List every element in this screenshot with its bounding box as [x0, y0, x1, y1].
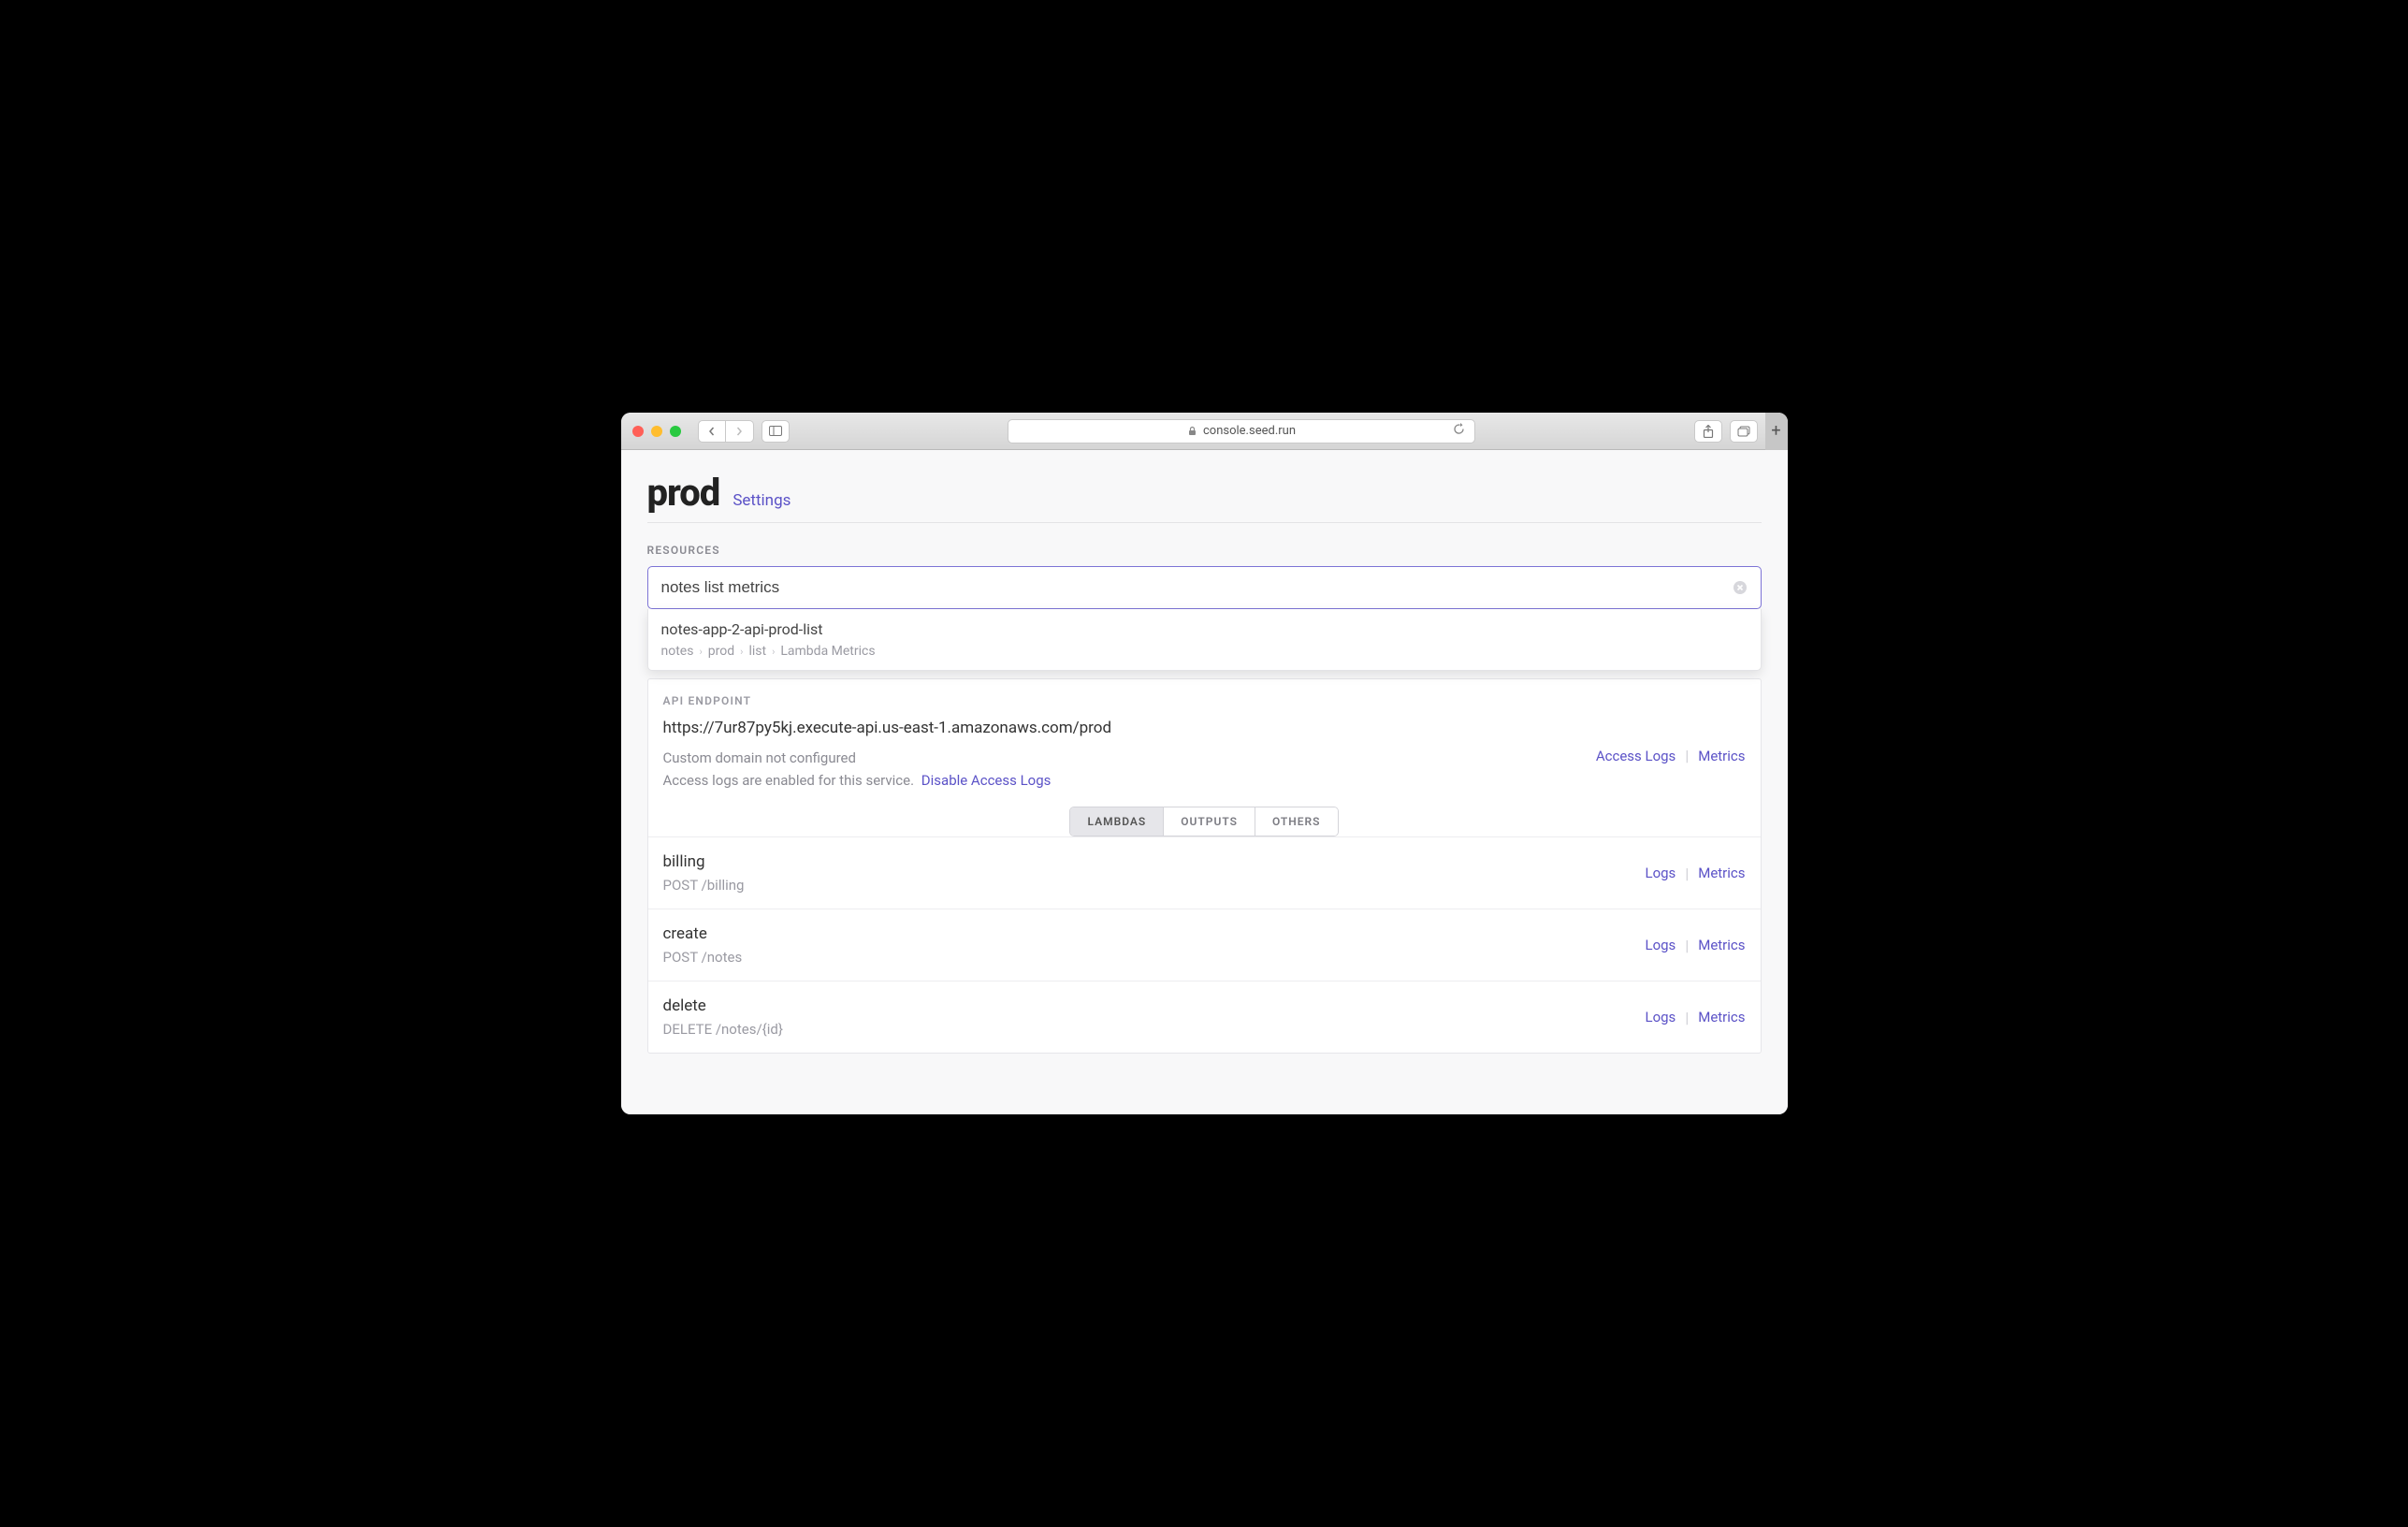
- share-button[interactable]: [1694, 420, 1722, 443]
- tabs-button[interactable]: [1730, 420, 1758, 443]
- logs-link[interactable]: Logs: [1646, 937, 1676, 953]
- toolbar-right: +: [1694, 413, 1777, 450]
- forward-button[interactable]: [726, 420, 754, 443]
- lambda-name: create: [663, 924, 743, 943]
- page-content: prod Settings RESOURCES notes-app-2-api-…: [621, 450, 1788, 1114]
- crumb: notes: [661, 644, 694, 659]
- chevron-right-icon: ›: [740, 646, 743, 658]
- crumb: Lambda Metrics: [780, 644, 875, 659]
- lambda-name: delete: [663, 996, 783, 1015]
- lock-icon: [1187, 426, 1197, 436]
- new-tab-button[interactable]: +: [1765, 413, 1788, 450]
- search-container: notes-app-2-api-prod-list notes › prod ›…: [647, 566, 1762, 609]
- access-logs-msg: Access logs are enabled for this service…: [663, 772, 915, 789]
- address-bar[interactable]: console.seed.run: [1008, 419, 1475, 444]
- access-logs-link[interactable]: Access Logs: [1596, 748, 1675, 764]
- sidebar-toggle-button[interactable]: [762, 420, 790, 443]
- lambda-row-delete: delete DELETE /notes/{id} Logs | Metrics: [648, 981, 1761, 1053]
- metrics-link[interactable]: Metrics: [1698, 748, 1745, 764]
- endpoint-url: https://7ur87py5kj.execute-api.us-east-1…: [663, 719, 1746, 737]
- minimize-window-icon[interactable]: [651, 426, 662, 437]
- page-title: prod: [647, 471, 720, 515]
- lambda-route: DELETE /notes/{id}: [663, 1021, 783, 1038]
- reload-icon: [1453, 423, 1465, 435]
- divider: |: [1685, 865, 1689, 882]
- resources-label: RESOURCES: [647, 544, 1762, 557]
- plus-icon: +: [1771, 421, 1780, 441]
- metrics-link[interactable]: Metrics: [1698, 937, 1745, 953]
- crumb: prod: [708, 644, 734, 659]
- custom-domain-msg: Custom domain not configured: [663, 747, 1052, 769]
- url-text: console.seed.run: [1203, 424, 1296, 438]
- browser-window: console.seed.run + prod Settings RESOURC…: [621, 413, 1788, 1114]
- search-dropdown[interactable]: notes-app-2-api-prod-list notes › prod ›…: [647, 609, 1762, 671]
- chevron-right-icon: ›: [772, 646, 775, 658]
- lambda-name: billing: [663, 852, 745, 871]
- lambda-row-billing: billing POST /billing Logs | Metrics: [648, 836, 1761, 909]
- page-header: prod Settings: [647, 450, 1762, 523]
- resource-tabs: LAMBDAS OUTPUTS OTHERS: [648, 807, 1761, 836]
- browser-toolbar: console.seed.run +: [621, 413, 1788, 450]
- api-endpoint-label: API ENDPOINT: [648, 679, 1761, 707]
- metrics-link[interactable]: Metrics: [1698, 1009, 1745, 1025]
- share-icon: [1703, 425, 1714, 438]
- search-input[interactable]: [647, 566, 1762, 609]
- traffic-lights: [632, 426, 681, 437]
- back-button[interactable]: [698, 420, 726, 443]
- endpoint-section: https://7ur87py5kj.execute-api.us-east-1…: [648, 707, 1761, 807]
- reload-button[interactable]: [1453, 423, 1465, 439]
- clear-search-button[interactable]: [1732, 579, 1748, 596]
- divider: |: [1685, 1009, 1689, 1026]
- disable-access-logs-link[interactable]: Disable Access Logs: [921, 772, 1052, 789]
- lambda-route: POST /notes: [663, 949, 743, 966]
- close-window-icon[interactable]: [632, 426, 644, 437]
- dropdown-breadcrumb: notes › prod › list › Lambda Metrics: [661, 644, 1748, 659]
- chevron-right-icon: ›: [699, 646, 702, 658]
- logs-link[interactable]: Logs: [1646, 1009, 1676, 1025]
- settings-link[interactable]: Settings: [733, 491, 791, 510]
- tabs-icon: [1737, 426, 1750, 437]
- lambda-links: Logs | Metrics: [1646, 1009, 1746, 1026]
- tab-others[interactable]: OTHERS: [1255, 807, 1338, 836]
- lambda-links: Logs | Metrics: [1646, 937, 1746, 954]
- logs-link[interactable]: Logs: [1646, 865, 1676, 881]
- crumb: list: [748, 644, 766, 659]
- divider: |: [1685, 747, 1689, 764]
- endpoint-sub: Custom domain not configured Access logs…: [663, 747, 1052, 792]
- tab-lambdas[interactable]: LAMBDAS: [1070, 807, 1163, 836]
- dropdown-result-title: notes-app-2-api-prod-list: [661, 620, 1748, 638]
- maximize-window-icon[interactable]: [670, 426, 681, 437]
- clear-icon: [1733, 580, 1748, 595]
- lambda-route: POST /billing: [663, 877, 745, 894]
- resource-card: API ENDPOINT https://7ur87py5kj.execute-…: [647, 678, 1762, 1054]
- metrics-link[interactable]: Metrics: [1698, 865, 1745, 881]
- lambda-links: Logs | Metrics: [1646, 865, 1746, 882]
- divider: |: [1685, 937, 1689, 954]
- lambda-row-create: create POST /notes Logs | Metrics: [648, 909, 1761, 981]
- tab-outputs[interactable]: OUTPUTS: [1163, 807, 1255, 836]
- chevron-right-icon: [734, 427, 744, 436]
- sidebar-icon: [769, 426, 782, 436]
- nav-buttons: [698, 420, 754, 443]
- chevron-left-icon: [707, 427, 717, 436]
- endpoint-links: Access Logs | Metrics: [1596, 747, 1746, 764]
